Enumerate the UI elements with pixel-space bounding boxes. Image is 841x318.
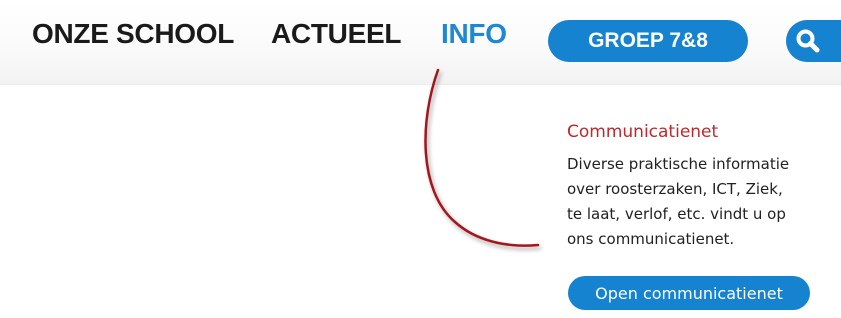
main-navigation: ONZE SCHOOL ACTUEEL INFO GROEP 7&8 — [0, 0, 841, 85]
open-communicatienet-button[interactable]: Open communicatienet — [568, 276, 810, 310]
nav-info[interactable]: INFO — [441, 18, 507, 50]
groep-7-8-button[interactable]: GROEP 7&8 — [548, 20, 748, 62]
panel-title: Communicatienet — [567, 122, 719, 142]
panel-line: ons communicatienet. — [567, 230, 735, 248]
panel-line: Diverse praktische informatie — [567, 155, 790, 173]
panel-line: over roosterzaken, ICT, Ziek, — [567, 180, 783, 198]
nav-actueel[interactable]: ACTUEEL — [271, 18, 401, 50]
nav-onze-school[interactable]: ONZE SCHOOL — [32, 18, 234, 50]
search-icon — [796, 29, 820, 53]
arrow-path — [424, 68, 540, 247]
panel-line: te laat, verlof, etc. vindt u op — [567, 205, 786, 223]
panel-description: Diverse praktische informatie over roost… — [567, 152, 829, 252]
search-button[interactable] — [786, 20, 841, 62]
